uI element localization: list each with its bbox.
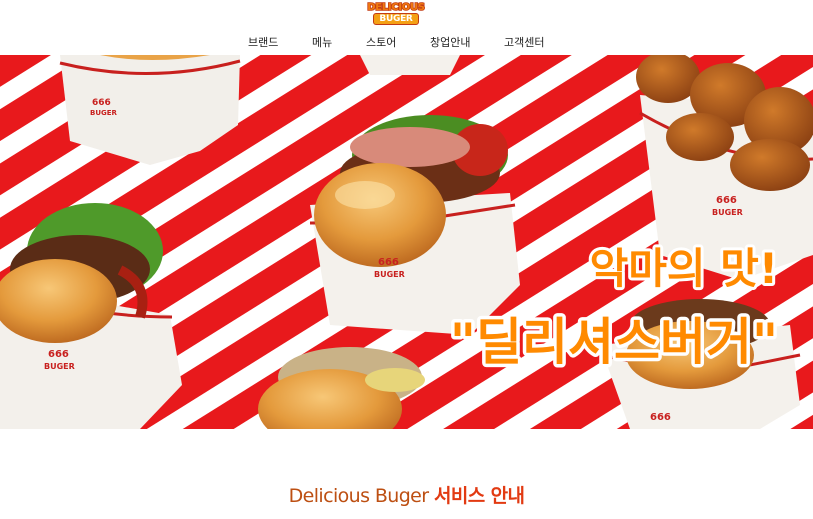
brand-logo[interactable]: DELICIOUS BUGER [364,2,428,26]
svg-text:666: 666 [716,195,737,206]
box-print-number: 666 [92,98,111,108]
nav-item-store[interactable]: 스토어 [366,34,396,50]
hero-image: 666 BUGER 666 BUGER 666 BUGER 666 BUGER … [0,55,813,429]
logo-text-line2: BUGER [373,13,419,25]
headline-line1: 악마의 맛! [590,244,778,293]
box-print-word: BUGER [90,109,118,117]
nav-item-menu[interactable]: 메뉴 [312,34,332,50]
svg-text:666: 666 [48,349,69,360]
hero-banner[interactable]: 666 BUGER 666 BUGER 666 BUGER 666 BUGER … [0,55,813,429]
nav-item-franchise[interactable]: 창업안내 [430,34,470,50]
section-title-ko: 서비스 안내 [433,485,525,507]
svg-text:BUGER: BUGER [44,362,75,371]
site-header: DELICIOUS BUGER 브랜드 메뉴 스토어 창업안내 고객센터 [0,0,813,54]
svg-text:666: 666 [650,412,671,423]
svg-text:BUGER: BUGER [712,208,743,217]
nav-item-brand[interactable]: 브랜드 [248,34,278,50]
svg-text:666: 666 [378,257,399,268]
section-title-en: Delicious Buger [288,485,429,507]
main-nav: 브랜드 메뉴 스토어 창업안내 고객센터 [0,34,813,52]
section-title: Delicious Buger 서비스 안내 [0,483,813,509]
box-top-edge [360,55,460,75]
logo-text-line1: DELICIOUS [366,2,425,14]
nav-item-support[interactable]: 고객센터 [504,34,544,50]
svg-text:BUGER: BUGER [374,270,405,279]
headline-line2: "딜리셔스버거" [450,313,778,371]
